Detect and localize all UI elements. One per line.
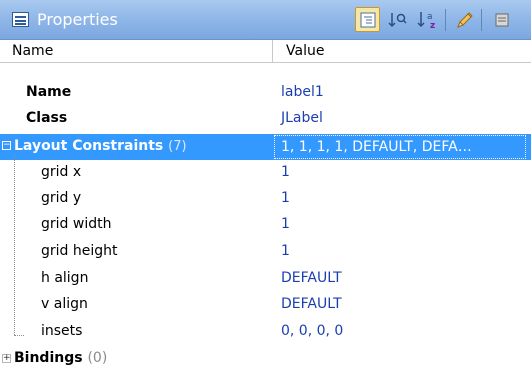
more-button[interactable] — [489, 7, 514, 32]
property-row-class[interactable]: Class JLabel — [0, 106, 531, 132]
expand-icon[interactable]: + — [2, 354, 11, 363]
categorized-view-icon — [360, 12, 375, 27]
property-label: grid height — [41, 243, 118, 259]
edit-pencil-button[interactable] — [452, 7, 477, 32]
property-label: Name — [26, 84, 72, 100]
property-label: Layout Constraints (7) — [14, 138, 187, 154]
property-row-grid-y[interactable]: grid y 1 — [0, 186, 531, 212]
property-value[interactable]: 1, 1, 1, 1, DEFAULT, DEFA… — [274, 135, 526, 159]
name-column-header[interactable]: Name — [12, 43, 53, 59]
property-value[interactable]: 0, 0, 0, 0 — [281, 323, 343, 339]
property-value[interactable]: DEFAULT — [281, 296, 342, 312]
value-column-header[interactable]: Value — [286, 43, 324, 59]
property-value[interactable]: 1 — [281, 164, 290, 180]
property-row-v-align[interactable]: v align DEFAULT — [0, 292, 531, 318]
property-label: grid x — [41, 164, 82, 180]
property-label: grid width — [41, 216, 112, 232]
property-value[interactable]: 1 — [281, 190, 290, 206]
sort-alphabetical-button[interactable]: a z — [415, 7, 440, 32]
child-count: (7) — [168, 139, 187, 154]
child-count: (0) — [87, 350, 108, 366]
column-header: Name Value — [0, 40, 531, 63]
sort-by-category-button[interactable] — [385, 7, 410, 32]
property-value[interactable]: JLabel — [281, 110, 323, 126]
sort-by-category-icon — [387, 12, 407, 27]
edit-pencil-icon — [456, 11, 473, 28]
property-label: h align — [41, 270, 89, 286]
property-label: Class — [26, 110, 68, 126]
column-splitter[interactable] — [272, 40, 273, 63]
property-row-grid-height[interactable]: grid height 1 — [0, 239, 531, 265]
property-value[interactable]: label1 — [281, 84, 324, 100]
categorized-view-button[interactable] — [355, 7, 380, 32]
layout-constraints-label: Layout Constraints — [14, 138, 164, 154]
svg-text:z: z — [430, 21, 435, 30]
property-row-grid-x[interactable]: grid x 1 — [0, 160, 531, 186]
bindings-label: Bindings — [14, 350, 83, 366]
sort-alphabetical-icon: a z — [416, 11, 435, 30]
property-label: insets — [41, 323, 83, 339]
property-value[interactable]: DEFAULT — [281, 270, 342, 286]
property-value[interactable]: 1 — [281, 216, 290, 232]
property-label: Bindings (0) — [14, 350, 107, 366]
list-window-icon — [12, 12, 29, 27]
properties-titlebar: Properties a z — [0, 0, 531, 40]
panel-title: Properties — [37, 10, 118, 29]
toolbar-separator — [445, 9, 446, 31]
toolbar-separator — [481, 9, 482, 31]
property-label: v align — [41, 296, 88, 312]
property-value[interactable]: 1 — [281, 243, 290, 259]
property-row-insets[interactable]: insets 0, 0, 0, 0 — [0, 319, 531, 345]
property-row-bindings[interactable]: + Bindings (0) — [0, 347, 531, 367]
property-row-grid-width[interactable]: grid width 1 — [0, 212, 531, 238]
property-row-layout-constraints[interactable]: − Layout Constraints (7) 1, 1, 1, 1, DEF… — [0, 134, 531, 160]
property-row-name[interactable]: Name label1 — [0, 80, 531, 106]
property-label: grid y — [41, 190, 82, 206]
collapse-icon[interactable]: − — [2, 141, 11, 150]
more-icon — [495, 13, 508, 26]
property-row-h-align[interactable]: h align DEFAULT — [0, 266, 531, 292]
